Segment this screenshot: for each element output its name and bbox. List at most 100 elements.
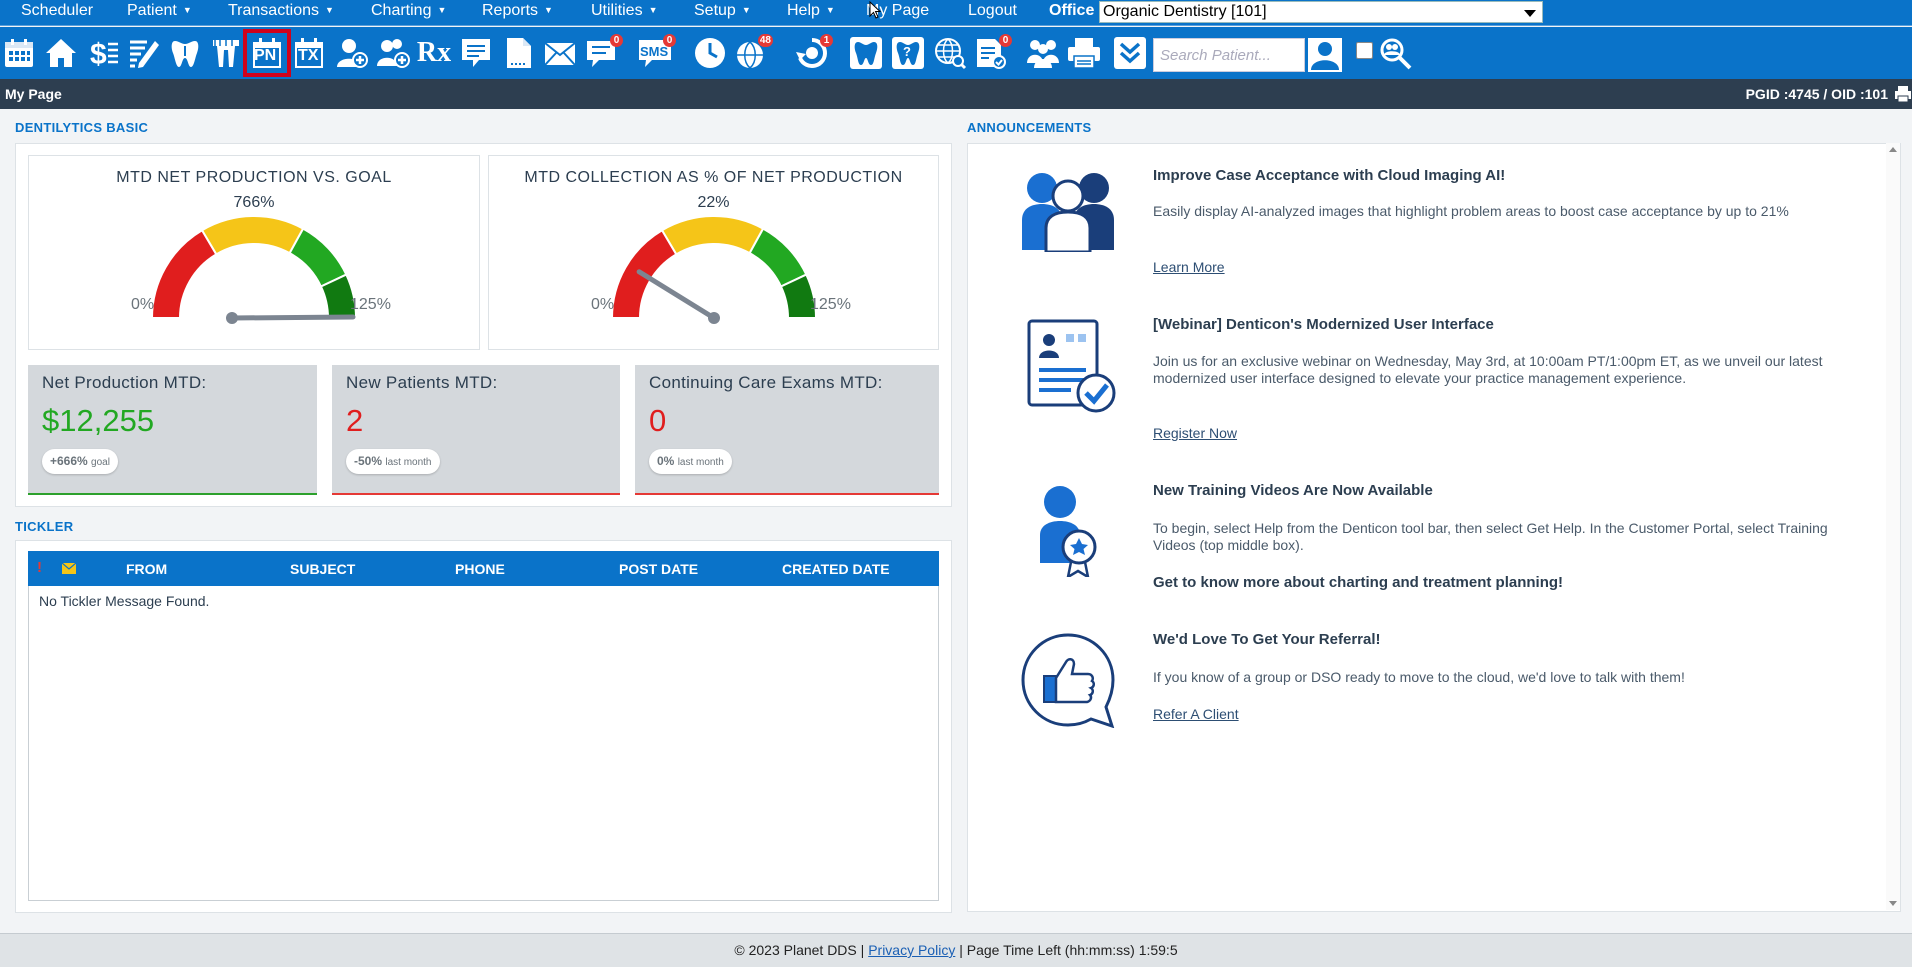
office-select[interactable]: Organic Dentistry [101] bbox=[1099, 1, 1543, 23]
search-patient-button[interactable] bbox=[1306, 36, 1344, 74]
rx-icon-text: Rx bbox=[416, 37, 452, 68]
menu-scheduler[interactable]: Scheduler bbox=[21, 0, 93, 24]
scroll-down-icon[interactable] bbox=[1889, 901, 1897, 906]
add-family-icon[interactable] bbox=[375, 35, 411, 71]
notes-icon[interactable] bbox=[458, 35, 494, 71]
menu-reports[interactable]: Reports ▼ bbox=[482, 0, 553, 24]
gauge-min-label: 0% bbox=[131, 296, 155, 313]
kpi-pill-value: -50% bbox=[354, 454, 383, 468]
web-badge: 48 bbox=[757, 34, 773, 47]
register-now-link[interactable]: Register Now bbox=[1153, 425, 1237, 441]
caret-down-icon: ▼ bbox=[648, 5, 658, 15]
menu-charting[interactable]: Charting ▼ bbox=[371, 0, 446, 24]
forms-icon[interactable]: 0 bbox=[973, 34, 1012, 71]
globe-search-icon[interactable] bbox=[932, 35, 968, 71]
kpi-label: Net Production MTD: bbox=[42, 373, 207, 392]
pn-icon-text: PN bbox=[254, 47, 277, 64]
document-icon[interactable] bbox=[500, 35, 536, 71]
menu-logout[interactable]: Logout bbox=[968, 0, 1017, 24]
document-check-icon bbox=[1027, 319, 1116, 413]
web-icon[interactable]: 48 bbox=[734, 34, 773, 71]
kpi-pill-suffix: last month bbox=[385, 457, 432, 468]
calendar-icon[interactable] bbox=[1, 35, 37, 71]
column-from[interactable]: FROM bbox=[126, 561, 167, 577]
caret-down-icon: ▼ bbox=[741, 5, 751, 15]
caret-down-icon: ▼ bbox=[325, 5, 334, 15]
home-icon[interactable] bbox=[43, 35, 79, 71]
refer-a-client-link[interactable]: Refer A Client bbox=[1153, 706, 1239, 722]
edit-list-icon[interactable] bbox=[126, 35, 162, 71]
kpi-new-patients: New Patients MTD: 2 -50% last month bbox=[332, 365, 620, 495]
column-subject[interactable]: SUBJECT bbox=[290, 561, 355, 577]
scroll-up-icon[interactable] bbox=[1889, 147, 1897, 152]
column-post-date[interactable]: POST DATE bbox=[619, 561, 698, 577]
treatment-plan-icon[interactable]: TX bbox=[291, 35, 327, 71]
menu-label: Reports bbox=[482, 2, 539, 19]
column-phone[interactable]: PHONE bbox=[455, 561, 505, 577]
svg-text:$: $ bbox=[90, 38, 107, 70]
privacy-policy-link[interactable]: Privacy Policy bbox=[868, 942, 955, 958]
svg-text:?: ? bbox=[903, 44, 911, 59]
kpi-pill-value: +666% bbox=[50, 454, 88, 468]
dollar-icon[interactable]: $ bbox=[85, 35, 121, 71]
kpi-net-production: Net Production MTD: $12,255 +666% goal bbox=[28, 365, 317, 495]
announcement-title: Improve Case Acceptance with Cloud Imagi… bbox=[1153, 167, 1506, 184]
tooth-question-icon[interactable]: ? bbox=[890, 35, 926, 71]
printer-icon[interactable] bbox=[1066, 35, 1102, 71]
menu-utilities[interactable]: Utilities ▼ bbox=[591, 0, 657, 24]
menu-label: Setup bbox=[694, 2, 736, 19]
email-icon[interactable] bbox=[542, 35, 578, 71]
messages-badge: 0 bbox=[610, 34, 623, 47]
priority-icon[interactable]: ! bbox=[37, 559, 42, 576]
gauge-segment bbox=[200, 215, 305, 256]
toolbar-checkbox[interactable] bbox=[1356, 42, 1373, 59]
expand-down-icon[interactable] bbox=[1112, 35, 1148, 71]
footer: © 2023 Planet DDS | Privacy Policy | Pag… bbox=[0, 933, 1912, 967]
menu-patient[interactable]: Patient ▼ bbox=[127, 0, 192, 24]
people-group-icon bbox=[1022, 173, 1114, 252]
caret-down-icon: ▼ bbox=[825, 5, 835, 15]
menu-help[interactable]: Help ▼ bbox=[787, 0, 835, 24]
announcements-scrollbar[interactable] bbox=[1886, 143, 1900, 910]
tooth-perio-icon[interactable] bbox=[208, 35, 244, 71]
clock-icon[interactable] bbox=[692, 35, 728, 71]
announcement-body: Easily display AI-analyzed images that h… bbox=[1153, 203, 1789, 219]
menu-label: Patient bbox=[127, 2, 177, 19]
recall-icon[interactable]: 1 bbox=[794, 34, 833, 71]
learn-more-link[interactable]: Learn More bbox=[1153, 259, 1225, 275]
office-label: Office bbox=[1049, 2, 1095, 19]
gauge-card-collection: MTD COLLECTION AS % OF NET PRODUCTION 22… bbox=[488, 155, 939, 350]
gauge-segment bbox=[660, 215, 765, 256]
add-patient-icon[interactable] bbox=[334, 35, 370, 71]
menu-label: Scheduler bbox=[21, 2, 94, 19]
search-patient-input[interactable] bbox=[1153, 38, 1305, 72]
envelope-icon[interactable] bbox=[62, 563, 76, 574]
tooth-chart-icon[interactable] bbox=[167, 35, 203, 71]
gauge-max-label: 125% bbox=[810, 296, 851, 313]
menu-setup[interactable]: Setup ▼ bbox=[694, 0, 751, 24]
advanced-search-icon[interactable] bbox=[1378, 36, 1414, 72]
prescription-icon[interactable]: Rx bbox=[416, 35, 452, 71]
gauge-card-production: MTD NET PRODUCTION VS. GOAL 766% 0% 125% bbox=[28, 155, 480, 350]
caret-down-icon: ▼ bbox=[182, 5, 192, 15]
sms-icon[interactable]: SMS 0 bbox=[637, 34, 676, 71]
page-title: My Page bbox=[5, 86, 62, 102]
menu-label: Charting bbox=[371, 2, 432, 19]
progress-notes-icon[interactable]: PN bbox=[243, 29, 291, 77]
messages-icon[interactable]: 0 bbox=[584, 34, 623, 71]
menu-transactions[interactable]: Transactions ▼ bbox=[228, 0, 334, 24]
tx-icon-text: TX bbox=[298, 47, 319, 64]
gauge-segment bbox=[150, 228, 218, 319]
toolbar: $ PN TX Rx 0 SMS 0 48 1 ? 0 bbox=[0, 27, 1912, 79]
tooth-icon[interactable] bbox=[848, 35, 884, 71]
gauge-needle-hub bbox=[708, 312, 720, 324]
print-page-icon[interactable] bbox=[1894, 85, 1912, 103]
column-created-date[interactable]: CREATED DATE bbox=[782, 561, 890, 577]
gauge-needle bbox=[229, 314, 356, 321]
page-time-left: | Page Time Left (hh:mm:ss) 1:59:5 bbox=[955, 942, 1178, 958]
announcement-title: New Training Videos Are Now Available bbox=[1153, 482, 1433, 499]
kpi-value: 0 bbox=[649, 403, 667, 438]
recall-badge: 1 bbox=[820, 34, 833, 47]
group-icon[interactable] bbox=[1025, 35, 1061, 71]
page-ids: PGID :4745 / OID :101 bbox=[1745, 86, 1888, 102]
